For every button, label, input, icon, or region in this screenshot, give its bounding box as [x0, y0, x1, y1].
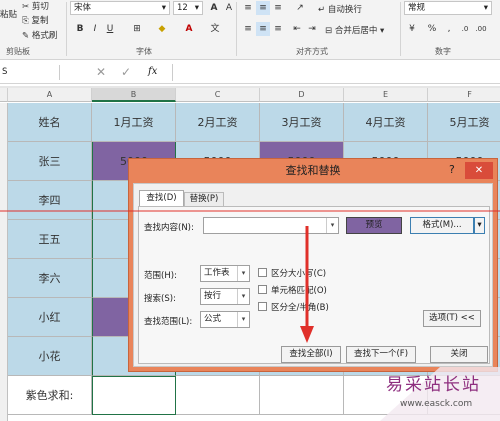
watermark: 易采站长站 www.easck.com [380, 367, 500, 421]
watermark-title: 易采站长站 [386, 375, 481, 395]
watermark-url: www.easck.com [400, 399, 473, 409]
red-arrow-icon [300, 226, 314, 343]
annotation-overlay [0, 210, 500, 343]
